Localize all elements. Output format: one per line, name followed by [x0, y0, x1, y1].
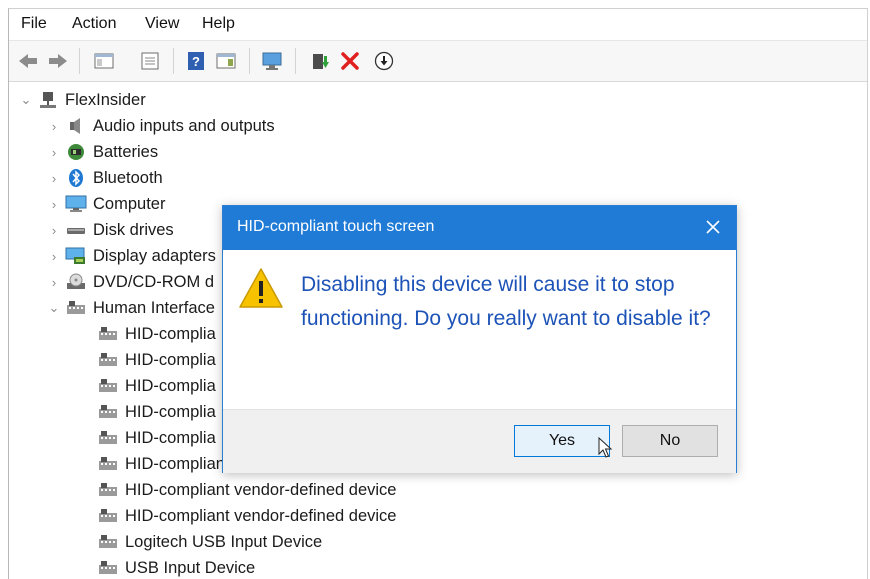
chevron-right-icon[interactable]: › [47, 171, 61, 186]
tree-device[interactable]: USB Input Device [97, 555, 255, 579]
device-label: HID-complia [125, 402, 216, 421]
speaker-icon [65, 116, 87, 136]
category-label: Audio inputs and outputs [93, 116, 275, 135]
dialog-title: HID-compliant touch screen [237, 218, 435, 235]
toolbar-separator [295, 48, 296, 74]
chevron-right-icon[interactable]: › [47, 249, 61, 264]
warning-icon [238, 266, 284, 310]
device-label: HID-compliant vendor-defined device [125, 480, 397, 499]
root-label: FlexInsider [65, 90, 146, 109]
scan-hardware-icon[interactable] [261, 50, 283, 72]
show-hide-console-tree-icon[interactable] [93, 50, 115, 72]
no-button[interactable]: No [622, 425, 718, 457]
menu-file[interactable]: File [21, 15, 47, 33]
chevron-right-icon[interactable]: › [47, 145, 61, 160]
tree-device[interactable]: Logitech USB Input Device [97, 529, 322, 555]
dialog-message: Disabling this device will cause it to s… [301, 273, 711, 330]
tree-category-audio[interactable]: › Audio inputs and outputs [47, 113, 275, 139]
tree-device[interactable]: HID-complia [97, 425, 216, 451]
dialog-button-bar: Yes No [223, 409, 736, 473]
properties-icon[interactable] [139, 50, 161, 72]
tree-device[interactable]: HID-complia [97, 373, 216, 399]
tree-category-human-interface[interactable]: ⌄ Human Interface [47, 295, 215, 321]
chevron-right-icon[interactable]: › [47, 197, 61, 212]
hid-device-icon [97, 350, 119, 370]
tree-device[interactable]: HID-complia [97, 321, 216, 347]
device-label: HID-complia [125, 350, 216, 369]
disk-drive-icon [65, 220, 87, 240]
hid-device-icon [97, 402, 119, 422]
chevron-right-icon[interactable]: › [47, 275, 61, 290]
tree-category-computer[interactable]: › Computer [47, 191, 166, 217]
category-label: Human Interface [93, 298, 215, 317]
hid-device-icon [97, 454, 119, 474]
tree-category-batteries[interactable]: › Batteries [47, 139, 158, 165]
tree-device[interactable]: HID-complia [97, 347, 216, 373]
close-icon[interactable] [700, 214, 726, 240]
chevron-down-icon[interactable]: ⌄ [47, 300, 61, 316]
back-arrow-icon[interactable] [17, 50, 39, 72]
mouse-cursor-icon [598, 437, 614, 459]
tree-category-bluetooth[interactable]: › Bluetooth [47, 165, 163, 191]
dialog-title-bar[interactable]: HID-compliant touch screen [223, 206, 736, 250]
computer-root-icon [37, 90, 59, 110]
toolbar-separator [249, 48, 250, 74]
update-driver-icon[interactable] [309, 50, 331, 72]
monitor-icon [65, 194, 87, 214]
chevron-right-icon[interactable]: › [47, 223, 61, 238]
battery-icon [65, 142, 87, 162]
forward-arrow-icon[interactable] [47, 50, 69, 72]
dvd-drive-icon [65, 272, 87, 292]
uninstall-device-icon[interactable] [339, 50, 361, 72]
tree-root[interactable]: ⌄ FlexInsider [19, 87, 146, 113]
category-label: Bluetooth [93, 168, 163, 187]
tree-category-display-adapters[interactable]: › Display adapters [47, 243, 216, 269]
tree-device[interactable]: HID-compliant vendor-defined device [97, 477, 396, 503]
hid-device-icon [97, 480, 119, 500]
tree-category-dvd-drives[interactable]: › DVD/CD-ROM d [47, 269, 214, 295]
toolbar: ? [9, 40, 867, 82]
device-label: HID-complia [125, 376, 216, 395]
category-label: Disk drives [93, 220, 174, 239]
menu-help[interactable]: Help [202, 15, 235, 33]
hid-device-icon [97, 506, 119, 526]
help-icon[interactable]: ? [185, 50, 207, 72]
bluetooth-icon [65, 168, 87, 188]
toolbar-separator [173, 48, 174, 74]
tree-device[interactable]: HID-compliant vendor-defined device [97, 503, 396, 529]
toolbar-separator [79, 48, 80, 74]
tree-category-disk-drives[interactable]: › Disk drives [47, 217, 174, 243]
hid-device-icon [97, 428, 119, 448]
hid-device-icon [97, 558, 119, 578]
category-label: DVD/CD-ROM d [93, 272, 215, 291]
category-label: Display adapters [93, 246, 216, 265]
svg-text:?: ? [192, 54, 200, 69]
hid-device-icon [97, 532, 119, 552]
menu-view[interactable]: View [145, 15, 179, 33]
hid-device-icon [97, 376, 119, 396]
menu-bar: File Action View Help [9, 9, 867, 39]
tree-device[interactable]: HID-complia [97, 399, 216, 425]
yes-button[interactable]: Yes [514, 425, 610, 457]
category-label: Batteries [93, 142, 159, 161]
confirm-disable-dialog: HID-compliant touch screen Disabling thi… [222, 205, 737, 473]
hid-device-icon [97, 324, 119, 344]
action-pane-icon[interactable] [215, 50, 237, 72]
chevron-right-icon[interactable]: › [47, 119, 61, 134]
disable-device-icon[interactable] [373, 50, 395, 72]
category-label: Computer [93, 194, 166, 213]
chevron-down-icon[interactable]: ⌄ [19, 92, 33, 108]
device-label: Logitech USB Input Device [125, 532, 323, 551]
device-label: HID-compliant vendor-defined device [125, 506, 397, 525]
display-adapter-icon [65, 246, 87, 266]
device-label: USB Input Device [125, 558, 256, 577]
hid-icon [65, 298, 87, 318]
menu-action[interactable]: Action [72, 15, 116, 33]
device-label: HID-complia [125, 324, 216, 343]
device-label: HID-complia [125, 428, 216, 447]
